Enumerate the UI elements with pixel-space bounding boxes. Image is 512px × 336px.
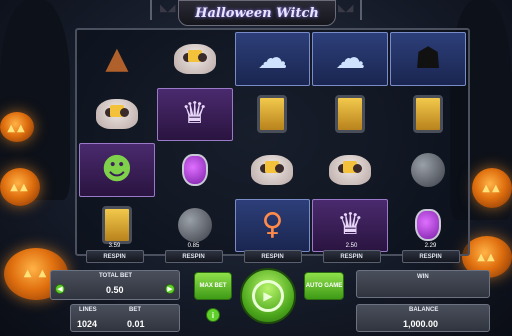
pumpkin-icon: ▲▲ xyxy=(0,112,34,142)
reel-cell-skull-candle xyxy=(235,143,311,197)
respin-button-reel-3[interactable]: RESPIN xyxy=(243,250,302,263)
respin-slot-5: 2.29 RESPIN xyxy=(391,243,470,265)
bat-icon: ◣◢ xyxy=(338,3,354,14)
total-bet-panel: TOTAL BET 0.50 ◀ ▶ xyxy=(50,270,180,300)
vampire-icon: ♛ xyxy=(336,207,364,243)
spin-icon: ▶ xyxy=(252,280,284,312)
vampire-icon: ♛ xyxy=(181,96,209,132)
skull-candle-icon xyxy=(251,154,294,185)
respin-button-reel-2[interactable]: RESPIN xyxy=(164,250,223,263)
info-button[interactable]: i xyxy=(206,308,220,322)
balance-panel: BALANCE 1,000.00 xyxy=(356,304,490,332)
lantern-icon xyxy=(101,206,132,245)
black-cat-icon: ☗ xyxy=(414,40,442,76)
respin-button-reel-5[interactable]: RESPIN xyxy=(401,250,460,263)
skull-candle-icon xyxy=(95,99,138,130)
respin-button-reel-4[interactable]: RESPIN xyxy=(322,250,381,263)
reel-cell-bomb xyxy=(390,143,466,197)
win-panel: WIN xyxy=(356,270,490,298)
skull-candle-icon xyxy=(329,154,372,185)
total-bet-decrease-button[interactable]: ◀ xyxy=(55,284,65,294)
reel-cell-zombie: ☻ xyxy=(79,143,155,197)
witch-icon: ♀ xyxy=(261,207,284,243)
respin-price: 0.85 xyxy=(187,243,200,249)
potion-icon xyxy=(415,209,442,242)
lines-bet-panel: LINES 1024 BET 0.01 xyxy=(70,304,180,332)
total-bet-value: 0.50 xyxy=(106,285,124,295)
bet-label: BET xyxy=(129,307,141,313)
spin-button[interactable]: ▶ xyxy=(240,268,296,324)
auto-game-button[interactable]: AUTO GAME xyxy=(304,272,344,300)
bat-icon: ◣◢ xyxy=(160,3,176,14)
chain-right xyxy=(360,0,362,20)
reel-cell-skull-candle xyxy=(312,143,388,197)
bomb-icon xyxy=(411,152,446,187)
reel-cell-ghost: ☁ xyxy=(312,32,389,86)
potion-icon xyxy=(181,153,208,186)
reel-grid: ▲ ☁ ☁ ☗ ♛ ☻ ♀ ♛ xyxy=(75,28,470,256)
win-label: WIN xyxy=(417,274,429,280)
lantern-icon xyxy=(413,95,444,134)
reel-cell-hat: ▲ xyxy=(79,32,155,86)
chain-left xyxy=(150,0,152,20)
reel-cell-lantern xyxy=(312,88,388,142)
respin-slot-4: 2.50 RESPIN xyxy=(312,243,391,265)
reel-cell-potion xyxy=(157,143,233,197)
game-title: Halloween Witch xyxy=(195,5,319,21)
ghost-icon: ☁ xyxy=(257,40,288,76)
witch-hat-icon: ▲ xyxy=(105,40,129,76)
reel-cell-skull-candle xyxy=(79,88,155,142)
max-bet-button[interactable]: MAX BET xyxy=(194,272,232,300)
bet-value: 0.01 xyxy=(127,319,145,329)
balance-label: BALANCE xyxy=(409,307,439,313)
total-bet-increase-button[interactable]: ▶ xyxy=(165,284,175,294)
respin-bar: 3.59 RESPIN 0.85 RESPIN RESPIN 2.50 RESP… xyxy=(75,243,470,265)
reel-cell-lantern xyxy=(235,88,311,142)
bomb-icon xyxy=(177,208,212,243)
lantern-icon xyxy=(257,95,288,134)
lantern-icon xyxy=(335,95,366,134)
respin-slot-1: 3.59 RESPIN xyxy=(75,243,154,265)
reel-cell-ghost: ☁ xyxy=(234,32,311,86)
lines-value: 1024 xyxy=(77,319,98,329)
respin-slot-3: RESPIN xyxy=(233,243,312,265)
pumpkin-icon: ▲▲ xyxy=(472,168,512,208)
total-bet-label: TOTAL BET xyxy=(99,273,132,279)
reel-cell-cat: ☗ xyxy=(390,32,466,86)
reel-cell-vampire: ♛ xyxy=(156,87,233,141)
lines-label: LINES xyxy=(79,307,97,313)
reel-cell-skull-candle xyxy=(157,32,233,86)
zombie-icon: ☻ xyxy=(101,151,133,187)
game-title-banner: Halloween Witch xyxy=(178,0,336,26)
respin-button-reel-1[interactable]: RESPIN xyxy=(85,250,144,263)
respin-price: 2.29 xyxy=(424,243,437,249)
ghost-icon: ☁ xyxy=(335,40,366,76)
respin-price: 3.59 xyxy=(108,243,121,249)
balance-value: 1,000.00 xyxy=(403,319,439,329)
respin-slot-2: 0.85 RESPIN xyxy=(154,243,233,265)
skull-candle-icon xyxy=(173,43,216,74)
pumpkin-icon: ▲▲ xyxy=(0,168,40,206)
reel-cell-lantern xyxy=(390,88,466,142)
respin-price: 2.50 xyxy=(345,243,358,249)
